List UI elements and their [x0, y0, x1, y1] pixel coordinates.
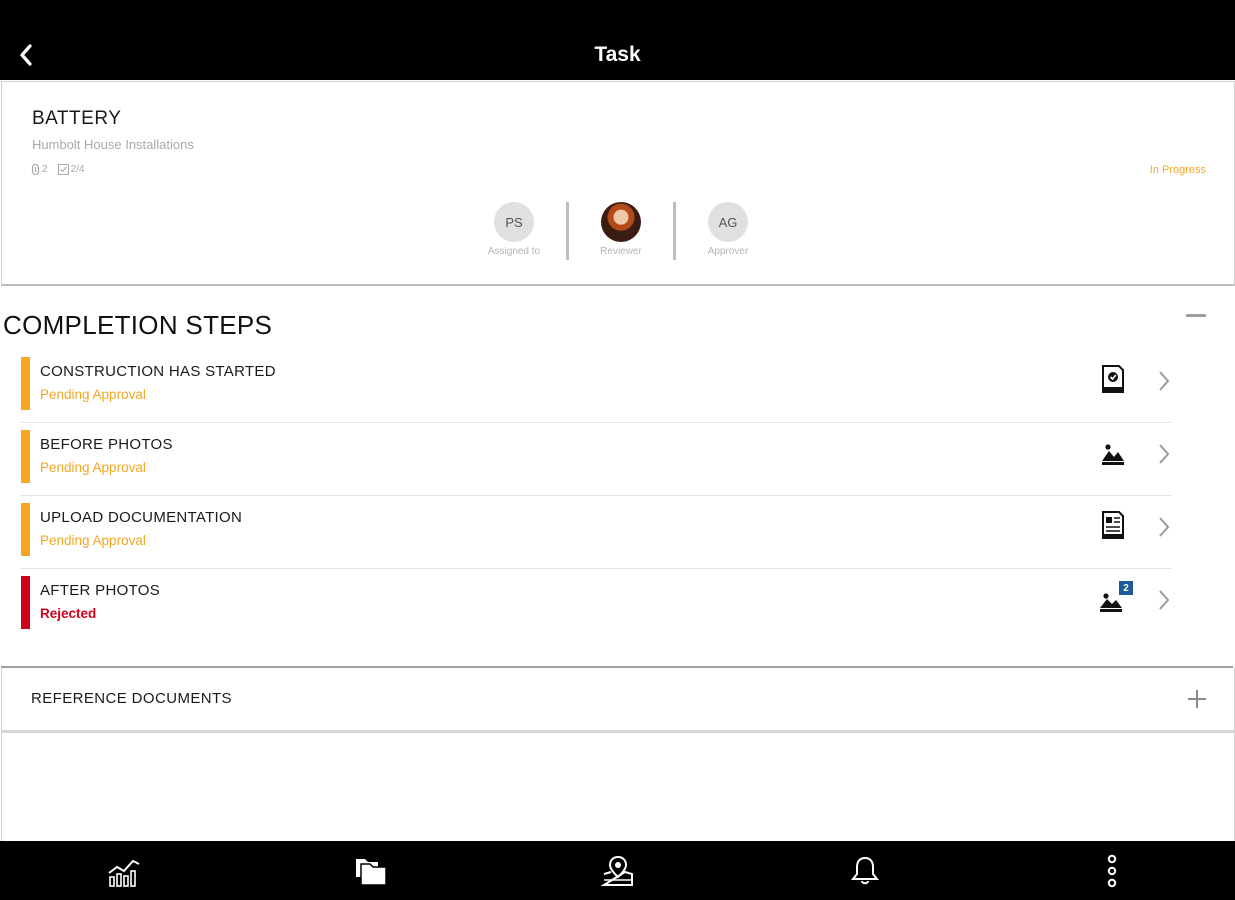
checklist-count-text: 2/4: [70, 164, 85, 175]
step-name: UPLOAD DOCUMENTATION: [40, 509, 243, 526]
assignee[interactable]: PS Assigned to: [479, 202, 549, 257]
chevron-right-icon: [1159, 444, 1170, 464]
step-row[interactable]: BEFORE PHOTOS Pending Approval: [20, 423, 1172, 496]
step-status-bar: [21, 503, 30, 556]
analytics-icon: [107, 859, 139, 887]
paperclip-icon: [31, 164, 40, 175]
nav-more[interactable]: [988, 841, 1235, 900]
step-badge: 2: [1119, 581, 1133, 595]
step-status-bar: [21, 576, 30, 629]
checklist-count: 2/4: [57, 164, 85, 175]
attachments-count-text: 2: [42, 164, 48, 175]
step-name: BEFORE PHOTOS: [40, 436, 173, 453]
divider: [566, 202, 569, 260]
step-row[interactable]: AFTER PHOTOS Rejected 2: [20, 569, 1172, 641]
task-name: BATTERY: [32, 108, 122, 129]
nav-notifications[interactable]: [741, 841, 988, 900]
checkbox-icon: [57, 164, 69, 175]
task-header-card: BATTERY Humbolt House Installations 2 2/…: [1, 81, 1235, 286]
top-bar: Task: [0, 0, 1235, 80]
step-status: Pending Approval: [40, 460, 146, 475]
chevron-right-icon: [1159, 590, 1170, 610]
project-name: Humbolt House Installations: [32, 137, 194, 152]
reviewer[interactable]: Reviewer: [586, 202, 656, 257]
bottom-nav: [0, 841, 1235, 900]
step-status-bar: [21, 357, 30, 410]
chevron-right-icon: [1159, 371, 1170, 391]
approver[interactable]: AG Approver: [693, 202, 763, 257]
map-pin-icon: [600, 855, 633, 886]
checklist-document-icon: [1102, 365, 1124, 393]
chevron-right-icon: [1159, 517, 1170, 537]
more-vertical-icon: [1107, 854, 1116, 887]
step-name: CONSTRUCTION HAS STARTED: [40, 363, 276, 380]
empty-area: [1, 733, 1235, 841]
task-people: PS Assigned to Reviewer AG Approver: [479, 202, 763, 260]
step-badge-count: 2: [1123, 582, 1129, 594]
task-meta: 2 2/4: [31, 164, 84, 175]
avatar: [601, 202, 641, 242]
completion-steps-list: CONSTRUCTION HAS STARTED Pending Approva…: [20, 350, 1172, 641]
bell-icon: [850, 856, 879, 884]
completion-steps-title: COMPLETION STEPS: [3, 310, 273, 340]
step-status: Rejected: [40, 606, 97, 621]
step-row[interactable]: UPLOAD DOCUMENTATION Pending Approval: [20, 496, 1172, 569]
nav-analytics[interactable]: [0, 841, 247, 900]
step-name: AFTER PHOTOS: [40, 582, 161, 599]
reference-documents-row[interactable]: REFERENCE DOCUMENTS: [1, 668, 1235, 733]
avatar: PS: [494, 202, 534, 242]
document-icon: [1102, 511, 1124, 539]
divider: [673, 202, 676, 260]
nav-folders[interactable]: [247, 841, 494, 900]
collapse-button[interactable]: [1186, 314, 1206, 317]
step-status-bar: [21, 430, 30, 483]
plus-icon[interactable]: [1186, 688, 1208, 710]
folders-icon: [355, 858, 387, 886]
reference-documents-label: REFERENCE DOCUMENTS: [31, 690, 232, 707]
avatar: AG: [708, 202, 748, 242]
step-status: Pending Approval: [40, 533, 146, 548]
step-row[interactable]: CONSTRUCTION HAS STARTED Pending Approva…: [20, 350, 1172, 423]
approver-label: Approver: [707, 246, 749, 257]
nav-map[interactable]: [494, 841, 741, 900]
attachments-count: 2: [31, 164, 48, 175]
task-status: In Progress: [1149, 164, 1206, 176]
step-status: Pending Approval: [40, 387, 146, 402]
photo-icon: [1101, 439, 1125, 467]
assignee-label: Assigned to: [487, 246, 541, 257]
page-title: Task: [594, 43, 641, 66]
reviewer-label: Reviewer: [600, 246, 642, 257]
